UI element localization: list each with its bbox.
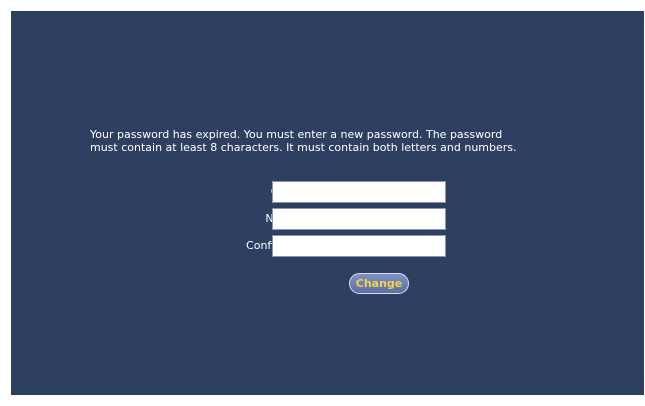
old-password-row: Old Password: [90, 181, 470, 203]
change-button[interactable]: Change [349, 273, 409, 294]
new-password-input[interactable] [272, 208, 446, 230]
password-expired-message: Your password has expired. You must ente… [90, 128, 517, 154]
confirm-password-input[interactable] [272, 235, 446, 257]
confirm-password-row: Confirm Password: [90, 235, 470, 257]
password-expired-panel: Your password has expired. You must ente… [11, 11, 644, 395]
new-password-row: New Password: [90, 208, 470, 230]
old-password-input[interactable] [272, 181, 446, 203]
